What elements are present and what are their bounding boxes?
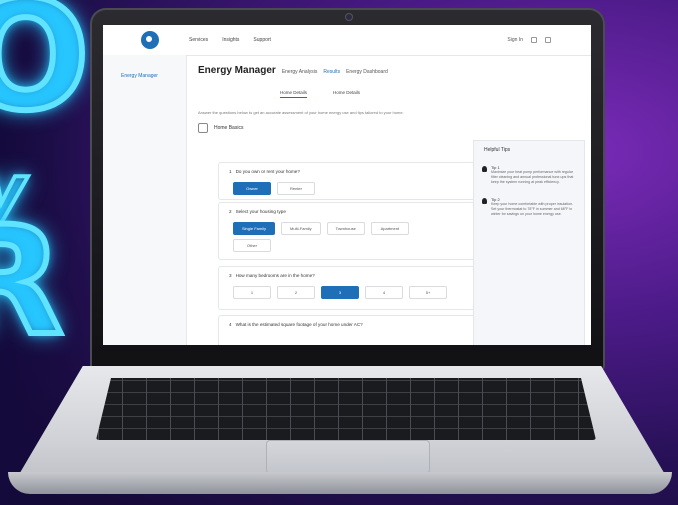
neon-letter-decor: O <box>0 0 93 147</box>
breadcrumb-energy-dashboard[interactable]: Energy Dashboard <box>346 69 388 75</box>
breadcrumb-energy-analysis[interactable]: Energy Analysis <box>282 69 318 75</box>
question-text: What is the estimated square footage of … <box>235 322 363 327</box>
option-renter[interactable]: Renter <box>277 182 315 195</box>
option-multi-family[interactable]: Multi-Family <box>281 222 321 235</box>
question-text: How many bedrooms are in the home? <box>235 273 315 278</box>
helpful-tips-panel: Helpful Tips Tip 1 Maximize your heat pu… <box>473 140 585 345</box>
option-townhouse[interactable]: Townhouse <box>326 222 365 235</box>
tab-step-1[interactable]: Home Details <box>280 90 308 98</box>
nav-insights[interactable]: Insights <box>222 37 239 43</box>
question-number: 4 <box>229 322 232 327</box>
tip-text: Keep your home comfortable with proper i… <box>491 202 574 216</box>
option-owner[interactable]: Owner <box>233 182 271 195</box>
option-bedrooms-2[interactable]: 2 <box>277 286 315 299</box>
lightbulb-icon <box>482 198 487 204</box>
header-actions: Sign In <box>507 37 551 43</box>
sidebar: Energy Manager <box>103 55 187 345</box>
question-text: Select your housing type <box>235 209 286 214</box>
tip-item: Tip 1 Maximize your heat pump performanc… <box>482 165 576 185</box>
app-header: Services Insights Support Sign In <box>103 25 591 56</box>
home-basics-checkbox[interactable] <box>198 123 208 133</box>
laptop-base-edge <box>8 472 672 494</box>
option-single-family[interactable]: Single Family <box>233 222 276 235</box>
nav-support[interactable]: Support <box>253 37 271 43</box>
section-label: Home Basics <box>214 125 244 131</box>
sign-in-link[interactable]: Sign In <box>507 37 523 43</box>
question-number: 3 <box>229 273 232 278</box>
tips-title: Helpful Tips <box>484 147 511 153</box>
brand-logo-icon[interactable] <box>141 31 159 49</box>
breadcrumb-results[interactable]: Results <box>323 69 340 75</box>
cart-icon[interactable] <box>531 37 537 43</box>
question-number: 1 <box>229 169 232 174</box>
laptop-keyboard <box>96 378 596 440</box>
tip-item: Tip 2 Keep your home comfortable with pr… <box>482 197 576 217</box>
option-bedrooms-4[interactable]: 4 <box>365 286 403 299</box>
tip-content: Tip 1 Maximize your heat pump performanc… <box>491 165 576 185</box>
tip-text: Maximize your heat pump performance with… <box>491 170 574 184</box>
intro-text: Answer the questions below to get an acc… <box>198 110 404 115</box>
tip-content: Tip 2 Keep your home comfortable with pr… <box>491 197 576 217</box>
option-other[interactable]: Other <box>233 239 271 252</box>
question-text: Do you own or rent your home? <box>235 169 300 174</box>
page-header: Energy Manager Energy Analysis Results E… <box>198 65 568 76</box>
option-apartment[interactable]: Apartment <box>370 222 409 235</box>
nav-services[interactable]: Services <box>189 37 208 43</box>
webcam-icon <box>346 14 352 20</box>
home-basics-header: Home Basics <box>198 123 568 133</box>
option-bedrooms-1[interactable]: 1 <box>233 286 271 299</box>
lightbulb-icon <box>482 166 487 172</box>
laptop-trackpad <box>266 440 430 474</box>
tab-step-2[interactable]: Home Details <box>333 90 360 98</box>
neon-letter-decor: R <box>0 192 67 372</box>
menu-icon[interactable] <box>545 37 551 43</box>
option-bedrooms-5-plus[interactable]: 5+ <box>409 286 447 299</box>
sidebar-item-energy-manager[interactable]: Energy Manager <box>121 73 186 79</box>
page-title: Energy Manager <box>198 65 276 76</box>
step-tabs: Home Details Home Details <box>280 90 568 98</box>
laptop-screen: Services Insights Support Sign In Energy… <box>103 25 591 345</box>
option-bedrooms-3[interactable]: 3 <box>321 286 359 299</box>
main-nav: Services Insights Support <box>189 37 271 43</box>
question-number: 2 <box>229 209 232 214</box>
